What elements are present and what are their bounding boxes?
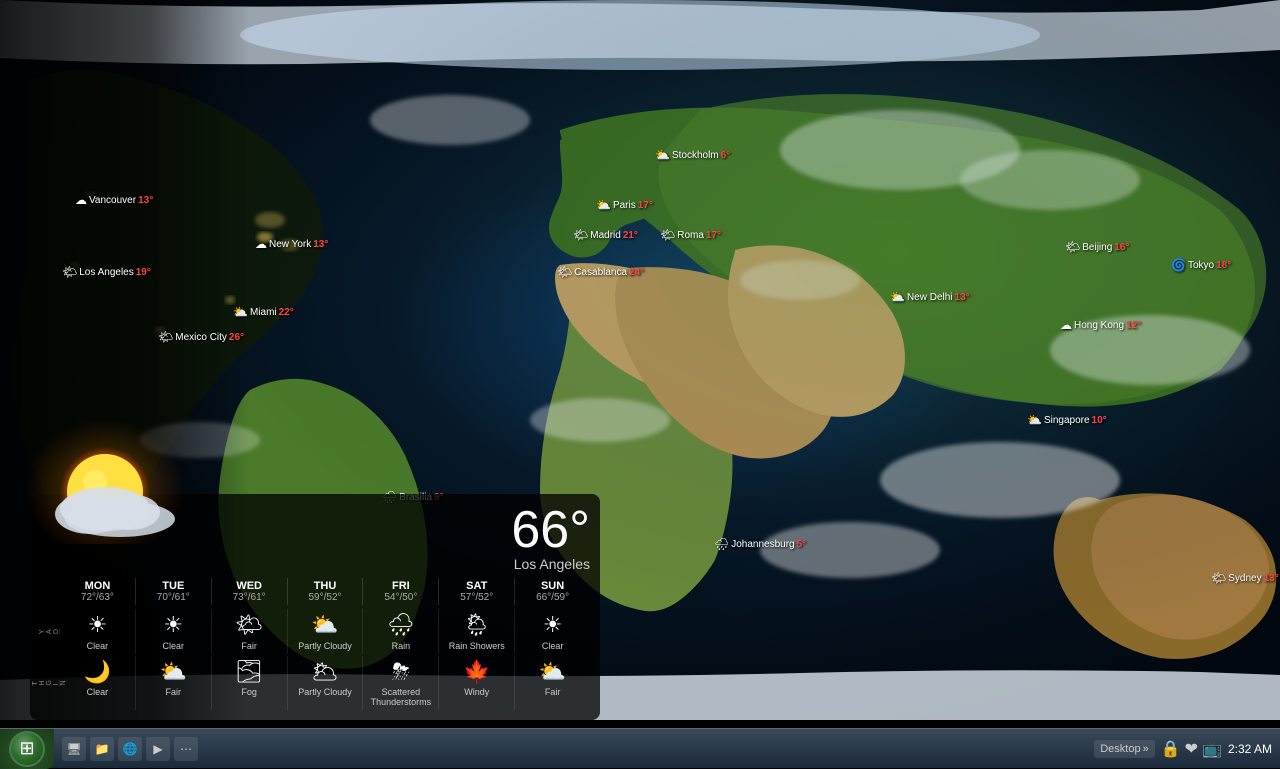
night-cell-fri: ⛈Scattered Thunderstorms [362,656,438,710]
taskbar-icon-more[interactable]: ⋯ [174,737,198,761]
tray-icon-3: 📺 [1202,739,1222,759]
taskbar-icon-folder[interactable]: 📁 [90,737,114,761]
city-label-stockholm: ⛅Stockholm6° [655,148,730,162]
city-label-mexicocity: 🌤Mexico City26° [158,330,244,344]
city-label-losangeles: 🌤Los Angeles19° [62,265,151,279]
night-cell-sun: ⛅Fair [514,656,590,710]
city-label-casablanca: 🌤Casablanca24° [557,265,644,279]
city-label-roma: 🌤Roma17° [660,228,721,242]
city-label-johannesburg: 🌧Johannesburg5° [714,537,806,551]
forecast-col-sun: SUN66°/59° [514,578,590,605]
day-forecast-row: DAY ☀Clear☀Clear🌤Fair⛅Partly Cloudy🌧Rain… [40,609,590,653]
city-label-tokyo: 🌀Tokyo18° [1171,258,1231,272]
start-orb[interactable]: ⊞ [9,731,45,767]
forecast-col-wed: WED73°/61° [211,578,287,605]
city-label-vancouver: ☁Vancouver13° [75,193,153,207]
weather-widget: 66° Los Angeles MON72°/63°TUE70°/61°WED7… [30,494,600,720]
night-forecast-row: NIGHT 🌙Clear⛅Fair🌫Fog🌥Partly Cloudy⛈Scat… [40,656,590,710]
city-label-newdelhi: ⛅New Delhi13° [890,290,970,304]
night-label: NIGHT [40,680,60,685]
forecast-col-thu: THU59°/52° [287,578,363,605]
tray-icon-2: ❤ [1185,739,1198,759]
forecast-col-fri: FRI54°/50° [362,578,438,605]
night-cell-mon: 🌙Clear [60,656,135,710]
taskbar-icons: 🖥 📁 🌐 ▶ ⋯ [54,737,206,761]
taskbar-right: Desktop » 🔒 ❤ 📺 2:32 AM [1094,739,1280,759]
night-cell-tue: ⛅Fair [135,656,211,710]
city-label-newyork: ☁New York13° [255,237,328,251]
tray-icon-1: 🔒 [1161,739,1181,759]
current-temperature: 66° [511,504,590,556]
taskbar-icon-media[interactable]: 🌐 [118,737,142,761]
system-tray: 🔒 ❤ 📺 [1161,739,1222,759]
start-button[interactable]: ⊞ [0,729,54,769]
night-cell-sat: 🍁Windy [438,656,514,710]
forecast-col-sat: SAT57°/52° [438,578,514,605]
city-label-hongkong: ☁Hong Kong12° [1060,318,1141,332]
forecast-header: MON72°/63°TUE70°/61°WED73°/61°THU59°/52°… [40,578,590,605]
desktop-arrow: » [1143,743,1149,755]
day-cell-thu: ⛅Partly Cloudy [287,609,363,653]
night-cell-wed: 🌫Fog [211,656,287,710]
day-cell-sat: 🌦Rain Showers [438,609,514,653]
day-cell-wed: 🌤Fair [211,609,287,653]
forecast-col-tue: TUE70°/61° [135,578,211,605]
taskbar: ⊞ 🖥 📁 🌐 ▶ ⋯ Desktop » 🔒 ❤ 📺 2:32 AM [0,728,1280,768]
taskbar-icon-browser[interactable]: 🖥 [62,737,86,761]
city-label-beijing: 🌤Beijing16° [1065,240,1129,254]
city-label-miami: ⛅Miami22° [233,305,294,319]
day-label: DAY [40,629,60,634]
day-cell-tue: ☀Clear [135,609,211,653]
city-label-madrid: 🌤Madrid21° [573,228,638,242]
day-cell-sun: ☀Clear [514,609,590,653]
night-cell-thu: 🌥Partly Cloudy [287,656,363,710]
forecast-col-mon: MON72°/63° [60,578,135,605]
desktop-label: Desktop [1100,743,1140,755]
system-time: 2:32 AM [1228,742,1272,756]
day-cell-fri: 🌧Rain [362,609,438,653]
desktop-button[interactable]: Desktop » [1094,740,1154,758]
city-label-paris: ⛅Paris17° [596,198,653,212]
city-label-sydney: 🌤Sydney13° [1211,571,1279,585]
current-city: Los Angeles [511,556,590,572]
taskbar-icon-play[interactable]: ▶ [146,737,170,761]
day-cell-mon: ☀Clear [60,609,135,653]
city-label-singapore: ⛅Singapore10° [1027,413,1107,427]
